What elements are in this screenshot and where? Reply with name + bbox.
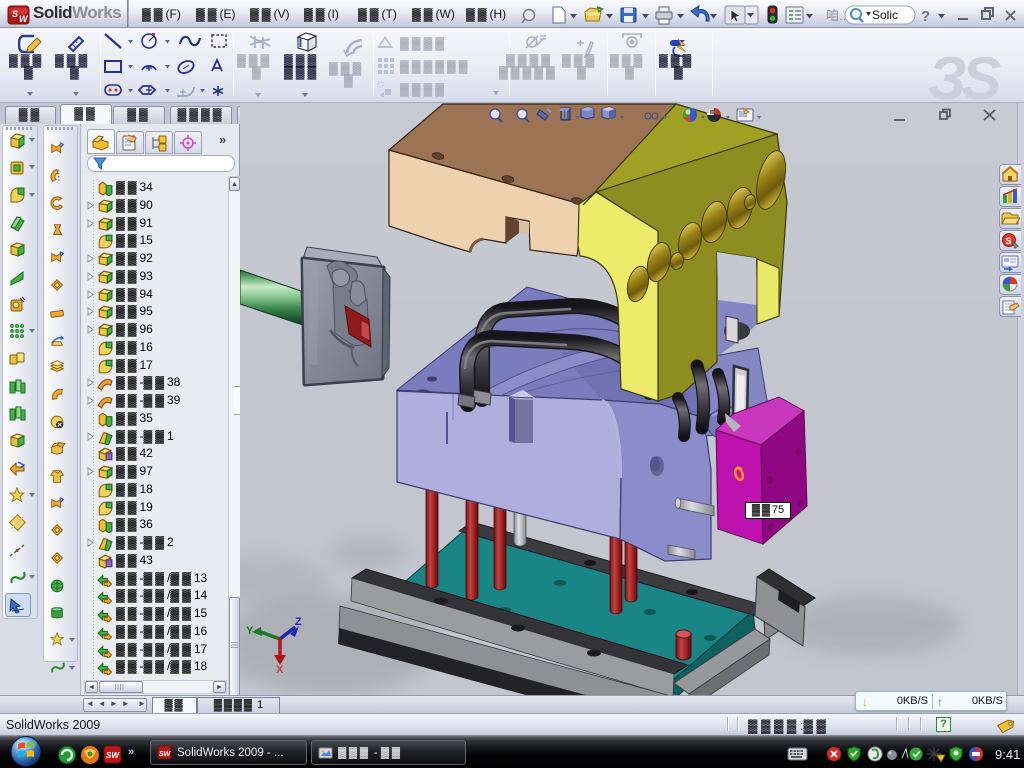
svg-text:SW: SW — [159, 751, 172, 758]
svg-text:咱..: 咱.. — [826, 8, 846, 23]
svg-text:SW: SW — [106, 751, 120, 760]
svg-text:Z: Z — [295, 616, 302, 628]
svg-text:S: S — [1006, 236, 1012, 246]
svg-text:?: ? — [921, 8, 930, 25]
svg-text:Solic: Solic — [872, 8, 898, 22]
svg-text:X: X — [276, 664, 284, 676]
svg-text:»: » — [128, 746, 134, 758]
svg-text:9:41: 9:41 — [995, 747, 1020, 762]
svg-text:Y: Y — [246, 625, 254, 637]
svg-text:S: S — [12, 9, 18, 19]
